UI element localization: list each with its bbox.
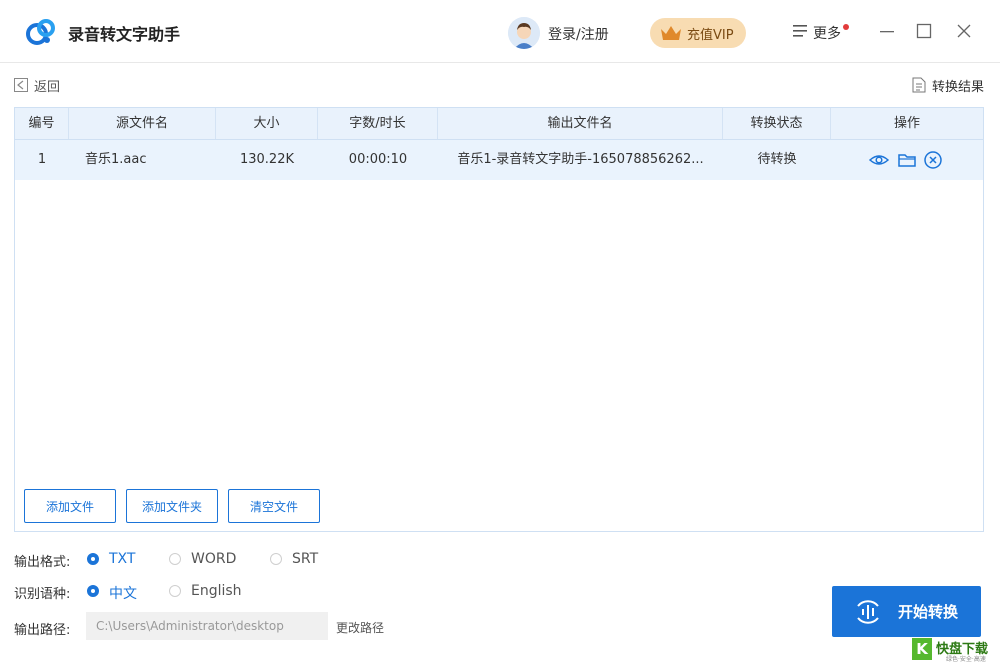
column-header-output: 输出文件名 xyxy=(438,108,723,139)
notification-dot xyxy=(843,24,849,30)
crown-icon xyxy=(661,26,681,40)
output-path-input[interactable] xyxy=(86,612,328,640)
column-header-status: 转换状态 xyxy=(723,108,831,139)
watermark-logo: K xyxy=(912,638,932,660)
output-path-row: 输出路径: xyxy=(14,619,84,639)
close-icon[interactable] xyxy=(955,22,973,40)
result-label: 转换结果 xyxy=(932,80,985,95)
maximize-icon[interactable] xyxy=(915,22,933,40)
vip-label: 充值VIP xyxy=(687,28,734,43)
clear-files-button[interactable]: 清空文件 xyxy=(228,489,320,523)
back-arrow-icon xyxy=(14,78,28,92)
radio-selected-icon xyxy=(87,553,99,565)
add-folder-button[interactable]: 添加文件夹 xyxy=(126,489,218,523)
recharge-vip-button[interactable]: 充值VIP xyxy=(650,18,746,48)
format-txt-label: TXT xyxy=(109,551,136,567)
row-duration: 00:00:10 xyxy=(348,152,408,167)
preview-eye-icon[interactable] xyxy=(869,150,889,170)
output-path-label: 输出路径: xyxy=(14,623,71,638)
start-label: 开始转换 xyxy=(898,603,959,621)
row-size: 130.22K xyxy=(239,152,294,167)
change-path-link[interactable]: 更改路径 xyxy=(336,619,384,636)
app-title: 录音转文字助手 xyxy=(68,25,181,44)
document-icon xyxy=(912,77,926,93)
column-header-duration: 字数/时长 xyxy=(318,108,438,139)
row-output-filename: 音乐1-录音转文字助手-165078856262... xyxy=(457,152,704,167)
output-format-label: 输出格式: xyxy=(14,555,71,570)
row-index: 1 xyxy=(37,152,47,167)
user-avatar[interactable] xyxy=(508,17,540,49)
file-list-panel: 编号 源文件名 大小 字数/时长 输出文件名 转换状态 操作 1 音乐1.aac… xyxy=(14,107,984,532)
remove-circle-x-icon[interactable] xyxy=(923,150,943,170)
title-bar: 录音转文字助手 登录/注册 充值VIP 更多 xyxy=(0,0,1000,63)
format-word-label: WORD xyxy=(191,551,237,567)
back-label: 返回 xyxy=(34,80,61,95)
row-status: 待转换 xyxy=(757,152,797,167)
avatar-icon xyxy=(508,17,540,49)
radio-unselected-icon xyxy=(169,585,181,597)
watermark-subtext: 绿色·安全·高速 xyxy=(946,656,986,663)
language-row: 识别语种: 中文 English xyxy=(14,583,274,603)
minimize-icon[interactable] xyxy=(878,22,896,40)
format-srt-label: SRT xyxy=(292,551,319,567)
table-header: 编号 源文件名 大小 字数/时长 输出文件名 转换状态 操作 xyxy=(15,108,983,140)
login-register-link[interactable]: 登录/注册 xyxy=(548,24,609,44)
start-conversion-button[interactable]: 开始转换 xyxy=(832,586,981,637)
menu-icon xyxy=(793,25,807,37)
language-english-label: English xyxy=(191,583,242,599)
app-logo-icon xyxy=(26,19,55,45)
language-label: 识别语种: xyxy=(14,587,71,602)
open-folder-icon[interactable] xyxy=(897,150,917,170)
column-header-size: 大小 xyxy=(216,108,318,139)
audio-wave-icon xyxy=(857,600,879,624)
add-file-button[interactable]: 添加文件 xyxy=(24,489,116,523)
language-chinese-label: 中文 xyxy=(109,586,137,602)
radio-selected-icon xyxy=(87,585,99,597)
radio-unselected-icon xyxy=(270,553,282,565)
radio-unselected-icon xyxy=(169,553,181,565)
row-source-filename: 音乐1.aac xyxy=(85,152,147,167)
column-header-actions: 操作 xyxy=(893,116,920,131)
more-label: 更多 xyxy=(813,26,841,42)
table-row[interactable]: 1 音乐1.aac 130.22K 00:00:10 音乐1-录音转文字助手-1… xyxy=(15,140,983,180)
column-header-index: 编号 xyxy=(15,108,69,139)
output-format-row: 输出格式: TXT WORD SRT xyxy=(14,551,354,571)
site-watermark: K 快盘下载 绿色·安全·高速 xyxy=(912,636,998,664)
column-header-source: 源文件名 xyxy=(69,108,216,139)
